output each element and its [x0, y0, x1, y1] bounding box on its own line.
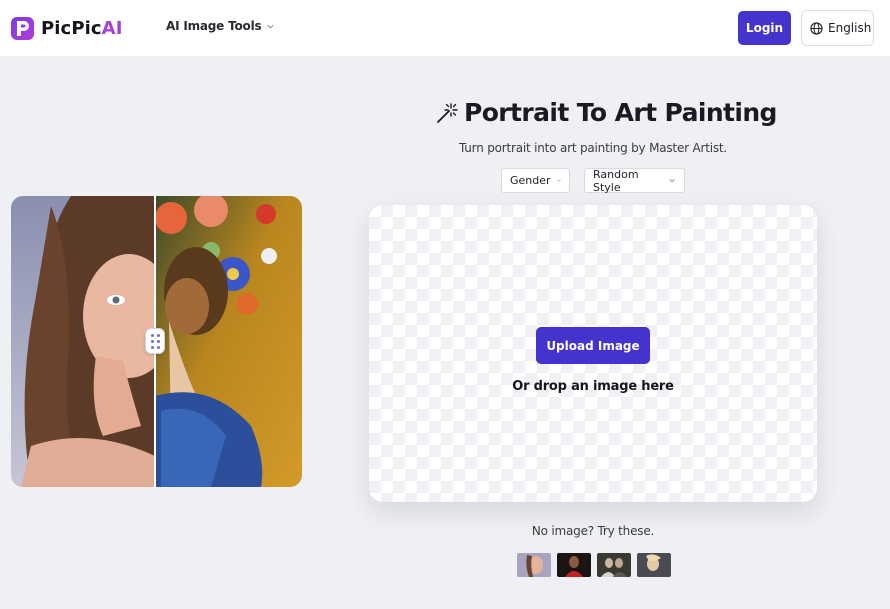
upload-dropzone[interactable]: Upload Image Or drop an image here — [369, 205, 817, 502]
samples-label: No image? Try these. — [531, 524, 655, 538]
logo-text-prefix: PicPic — [41, 17, 102, 39]
chevron-down-icon — [557, 179, 561, 182]
upload-image-button[interactable]: Upload Image — [536, 327, 650, 364]
language-selector[interactable]: English — [801, 10, 874, 46]
page-title-wrap: Portrait To Art Painting — [436, 98, 777, 127]
page-subtitle: Turn portrait into art painting by Maste… — [458, 141, 728, 155]
style-select[interactable]: Random Style — [584, 167, 685, 194]
page-title: Portrait To Art Painting — [464, 98, 777, 127]
sample-thumbnail[interactable] — [517, 553, 551, 577]
gender-select-label: Gender — [510, 174, 551, 187]
logo-text-suffix: AI — [101, 17, 123, 39]
ai-image-tools-menu[interactable]: AI Image Tools — [166, 19, 275, 33]
language-label: English — [828, 21, 872, 35]
logo-mark-icon — [11, 16, 34, 40]
globe-icon — [810, 21, 823, 35]
style-select-label: Random Style — [593, 167, 639, 194]
before-after-comparison — [11, 196, 302, 487]
login-button[interactable]: Login — [738, 11, 791, 45]
tools-menu-label: AI Image Tools — [166, 19, 262, 33]
drop-hint-text: Or drop an image here — [512, 379, 674, 394]
gender-select[interactable]: Gender — [501, 168, 570, 193]
top-header: PicPicAI AI Image Tools Login English — [0, 0, 890, 56]
logo-text: PicPicAI — [41, 18, 123, 39]
sample-thumbnail[interactable] — [637, 553, 671, 577]
magic-wand-icon — [437, 102, 458, 123]
sample-thumbnail[interactable] — [597, 553, 631, 577]
chevron-down-icon — [267, 24, 275, 29]
sample-thumbnail[interactable] — [557, 553, 591, 577]
logo[interactable]: PicPicAI — [11, 16, 123, 40]
comparison-slider-handle[interactable] — [145, 328, 165, 354]
chevron-down-icon — [669, 178, 675, 183]
sample-thumbnails — [517, 553, 671, 577]
